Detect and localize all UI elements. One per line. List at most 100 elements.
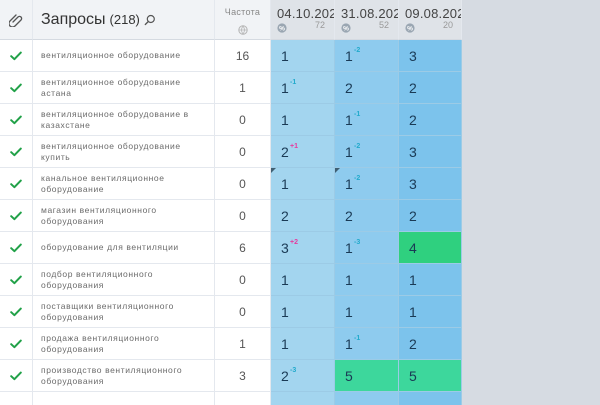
- row-status-cell[interactable]: [0, 328, 33, 360]
- position-cell[interactable]: 1: [335, 264, 399, 296]
- check-icon[interactable]: [10, 307, 22, 317]
- position-cell[interactable]: [271, 392, 335, 405]
- row-status-cell[interactable]: [0, 360, 33, 392]
- position-value: 1: [345, 112, 353, 128]
- table-row[interactable]: продажа вентиляционного оборудования 1 1 1-…: [0, 328, 462, 360]
- row-status-cell[interactable]: [0, 264, 33, 296]
- query-cell[interactable]: продажа вентиляционного оборудования: [33, 328, 215, 360]
- position-cell[interactable]: 1 -2: [335, 168, 399, 200]
- position-cell[interactable]: 1 -1: [335, 328, 399, 360]
- position-value: 2: [409, 112, 417, 128]
- position-cell[interactable]: 1 -2: [335, 40, 399, 72]
- row-status-cell[interactable]: [0, 232, 33, 264]
- position-cell[interactable]: 2: [399, 72, 462, 104]
- position-cell[interactable]: 1 -3: [335, 232, 399, 264]
- check-icon[interactable]: [10, 339, 22, 349]
- row-status-cell[interactable]: [0, 200, 33, 232]
- header-date-1[interactable]: 31.08.2023% 52: [335, 0, 399, 40]
- position-cell[interactable]: 1 -1: [335, 104, 399, 136]
- frequency-value: 0: [239, 272, 246, 287]
- query-cell[interactable]: подбор вентиляционного оборудования: [33, 264, 215, 296]
- position-cell[interactable]: 3: [399, 168, 462, 200]
- check-icon[interactable]: [10, 51, 22, 61]
- header-attach-cell[interactable]: [0, 0, 33, 40]
- row-status-cell[interactable]: [0, 168, 33, 200]
- position-cell[interactable]: 2 +1: [271, 136, 335, 168]
- position-cell[interactable]: 2: [399, 328, 462, 360]
- note-marker[interactable]: [335, 168, 341, 174]
- position-cell[interactable]: 5: [335, 360, 399, 392]
- query-cell[interactable]: оборудование для вентиляции: [33, 232, 215, 264]
- position-cell[interactable]: 2: [271, 200, 335, 232]
- position-cell[interactable]: 1: [271, 328, 335, 360]
- table-row[interactable]: вентиляционное оборудование астана 1 1 -1 2 2: [0, 72, 462, 104]
- query-cell[interactable]: вентиляционное оборудование в казахстане: [33, 104, 215, 136]
- table-row[interactable]: магазин вентиляционного оборудования 0 2 2 2: [0, 200, 462, 232]
- position-cell[interactable]: 3 +2: [271, 232, 335, 264]
- position-cell[interactable]: [335, 392, 399, 405]
- row-status-cell[interactable]: [0, 392, 33, 405]
- check-icon[interactable]: [10, 115, 22, 125]
- check-icon[interactable]: [10, 147, 22, 157]
- position-cell[interactable]: 1: [335, 296, 399, 328]
- position-cell[interactable]: 1: [399, 296, 462, 328]
- table-row[interactable]: производство вентиляционного оборудовани…: [0, 360, 462, 392]
- query-cell[interactable]: канальное вентиляционное оборудование: [33, 168, 215, 200]
- row-status-cell[interactable]: [0, 296, 33, 328]
- check-icon[interactable]: [10, 83, 22, 93]
- position-cell[interactable]: 3: [399, 136, 462, 168]
- header-date-0[interactable]: 04.10.2023% 72: [271, 0, 335, 40]
- row-status-cell[interactable]: [0, 136, 33, 168]
- position-cell[interactable]: 5: [399, 360, 462, 392]
- position-cell[interactable]: 1 -1: [271, 72, 335, 104]
- position-change: -2: [354, 175, 361, 182]
- check-icon[interactable]: [10, 275, 22, 285]
- check-icon[interactable]: [10, 211, 22, 221]
- position-cell[interactable]: 1: [271, 168, 335, 200]
- position-cell[interactable]: [399, 392, 462, 405]
- position-cell[interactable]: 2: [335, 72, 399, 104]
- position-cell[interactable]: 3: [399, 40, 462, 72]
- query-cell[interactable]: поставщики вентиляционного оборудования: [33, 296, 215, 328]
- note-marker[interactable]: [271, 168, 277, 174]
- search-icon[interactable]: [144, 14, 156, 26]
- position-cell[interactable]: 1: [271, 296, 335, 328]
- table-row[interactable]: вентиляционное оборудование 16 1 1 -2 3: [0, 40, 462, 72]
- position-cell[interactable]: 2: [399, 200, 462, 232]
- position-cell[interactable]: 1: [399, 264, 462, 296]
- paperclip-icon[interactable]: [9, 13, 23, 27]
- table-row[interactable]: оборудование для вентиляции 6 3 +2 1 -3 4: [0, 232, 462, 264]
- position-cell[interactable]: 2 -3: [271, 360, 335, 392]
- table-row[interactable]: канальное вентиляционное оборудование 0 1 1…: [0, 168, 462, 200]
- rankings-table: Запросы (218) Частота 04.10.2023% 72 31.08…: [0, 0, 462, 405]
- svg-text:%: %: [407, 25, 413, 32]
- header-queries[interactable]: Запросы (218): [33, 0, 215, 40]
- table-row[interactable]: вентиляционное оборудование в казахстане…: [0, 104, 462, 136]
- check-icon[interactable]: [10, 179, 22, 189]
- query-cell[interactable]: производство вентиляционного оборудовани…: [33, 360, 215, 392]
- row-status-cell[interactable]: [0, 72, 33, 104]
- position-cell[interactable]: 2: [399, 104, 462, 136]
- table-row[interactable]: подбор вентиляционного оборудования 0 1 1 1: [0, 264, 462, 296]
- position-cell[interactable]: 1: [271, 104, 335, 136]
- query-cell[interactable]: вентиляционное оборудование астана: [33, 72, 215, 104]
- table-row[interactable]: [0, 392, 462, 405]
- row-status-cell[interactable]: [0, 40, 33, 72]
- row-status-cell[interactable]: [0, 104, 33, 136]
- header-date-2[interactable]: 09.08.2023% 20: [399, 0, 462, 40]
- position-cell[interactable]: 1 -2: [335, 136, 399, 168]
- query-cell[interactable]: магазин вентиляционного оборудования: [33, 200, 215, 232]
- query-cell[interactable]: [33, 392, 215, 405]
- check-icon[interactable]: [10, 371, 22, 381]
- table-row[interactable]: вентиляционное оборудование купить 0 2 +1 1-…: [0, 136, 462, 168]
- position-cell[interactable]: 1: [271, 40, 335, 72]
- query-cell[interactable]: вентиляционное оборудование купить: [33, 136, 215, 168]
- header-frequency[interactable]: Частота: [215, 0, 271, 40]
- frequency-value: 0: [239, 208, 246, 223]
- position-cell[interactable]: 1: [271, 264, 335, 296]
- position-cell[interactable]: 4: [399, 232, 462, 264]
- position-cell[interactable]: 2: [335, 200, 399, 232]
- table-row[interactable]: поставщики вентиляционного оборудования 0…: [0, 296, 462, 328]
- query-cell[interactable]: вентиляционное оборудование: [33, 40, 215, 72]
- check-icon[interactable]: [10, 243, 22, 253]
